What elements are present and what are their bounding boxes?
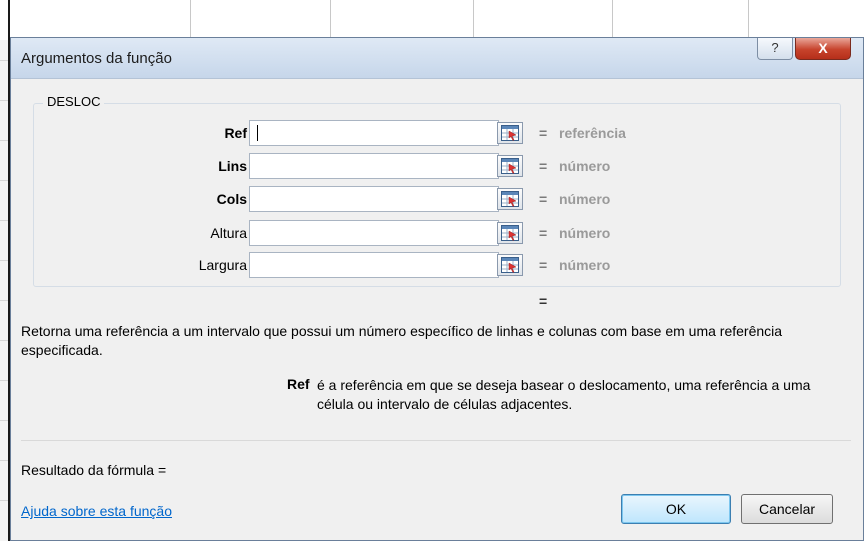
- range-select-icon: [501, 225, 519, 241]
- argument-input[interactable]: [249, 220, 499, 246]
- range-select-icon: [501, 158, 519, 174]
- function-name: DESLOC: [43, 94, 105, 109]
- help-on-function-link[interactable]: Ajuda sobre esta função: [21, 503, 172, 519]
- range-select-button[interactable]: [497, 122, 523, 144]
- argument-label: Cols: [216, 191, 247, 207]
- argument-equals: =: [539, 191, 548, 207]
- argument-equals: =: [539, 257, 548, 273]
- close-button[interactable]: X: [795, 38, 851, 60]
- divider: [21, 440, 851, 441]
- argument-label: Largura: [198, 257, 247, 273]
- argument-input[interactable]: [249, 186, 499, 212]
- cancel-button[interactable]: Cancelar: [741, 494, 833, 524]
- column-divider: [748, 0, 749, 40]
- function-description: Retorna uma referência a um intervalo qu…: [21, 323, 783, 358]
- argument-row: Lins = número: [11, 153, 864, 179]
- argument-row: Ref = referência: [11, 120, 864, 146]
- spreadsheet-area: [0, 0, 864, 40]
- argument-input[interactable]: [249, 120, 499, 146]
- range-select-button[interactable]: [497, 155, 523, 177]
- result-equals: =: [539, 293, 548, 309]
- range-select-icon: [501, 257, 519, 273]
- argument-equals: =: [539, 125, 548, 141]
- help-icon: ?: [771, 40, 779, 55]
- argument-label: Altura: [210, 225, 247, 241]
- row-strip: [0, 40, 8, 541]
- argument-equals: =: [539, 225, 548, 241]
- range-select-button[interactable]: [497, 222, 523, 244]
- argument-input[interactable]: [249, 153, 499, 179]
- argument-equals: =: [539, 158, 548, 174]
- argument-type-hint: número: [559, 257, 611, 273]
- range-select-button[interactable]: [497, 254, 523, 276]
- help-button[interactable]: ?: [757, 38, 793, 60]
- range-select-icon: [501, 191, 519, 207]
- column-divider: [612, 0, 613, 40]
- argument-type-hint: referência: [559, 125, 626, 141]
- argument-help-name: Ref: [287, 376, 310, 392]
- dialog-titlebar[interactable]: Argumentos da função ? X: [11, 38, 863, 79]
- column-divider: [330, 0, 331, 40]
- column-divider: [473, 0, 474, 40]
- argument-label: Ref: [224, 125, 247, 141]
- argument-row: Altura = número: [11, 220, 864, 246]
- formula-result-label: Resultado da fórmula =: [21, 462, 167, 478]
- argument-help-text: é a referência em que se deseja basear o…: [317, 377, 811, 412]
- column-divider: [190, 0, 191, 40]
- argument-type-hint: número: [559, 191, 611, 207]
- argument-row: Cols = número: [11, 186, 864, 212]
- close-icon: X: [818, 40, 828, 56]
- argument-row: Largura = número: [11, 252, 864, 278]
- argument-type-hint: número: [559, 158, 611, 174]
- text-caret: [257, 125, 258, 141]
- ok-button[interactable]: OK: [621, 494, 731, 524]
- function-arguments-dialog: Argumentos da função ? X DESLOC Ref = refe…: [10, 37, 864, 541]
- dialog-title: Argumentos da função: [21, 50, 172, 67]
- range-select-button[interactable]: [497, 188, 523, 210]
- range-select-icon: [501, 125, 519, 141]
- argument-label: Lins: [218, 158, 247, 174]
- argument-input[interactable]: [249, 252, 499, 278]
- argument-type-hint: número: [559, 225, 611, 241]
